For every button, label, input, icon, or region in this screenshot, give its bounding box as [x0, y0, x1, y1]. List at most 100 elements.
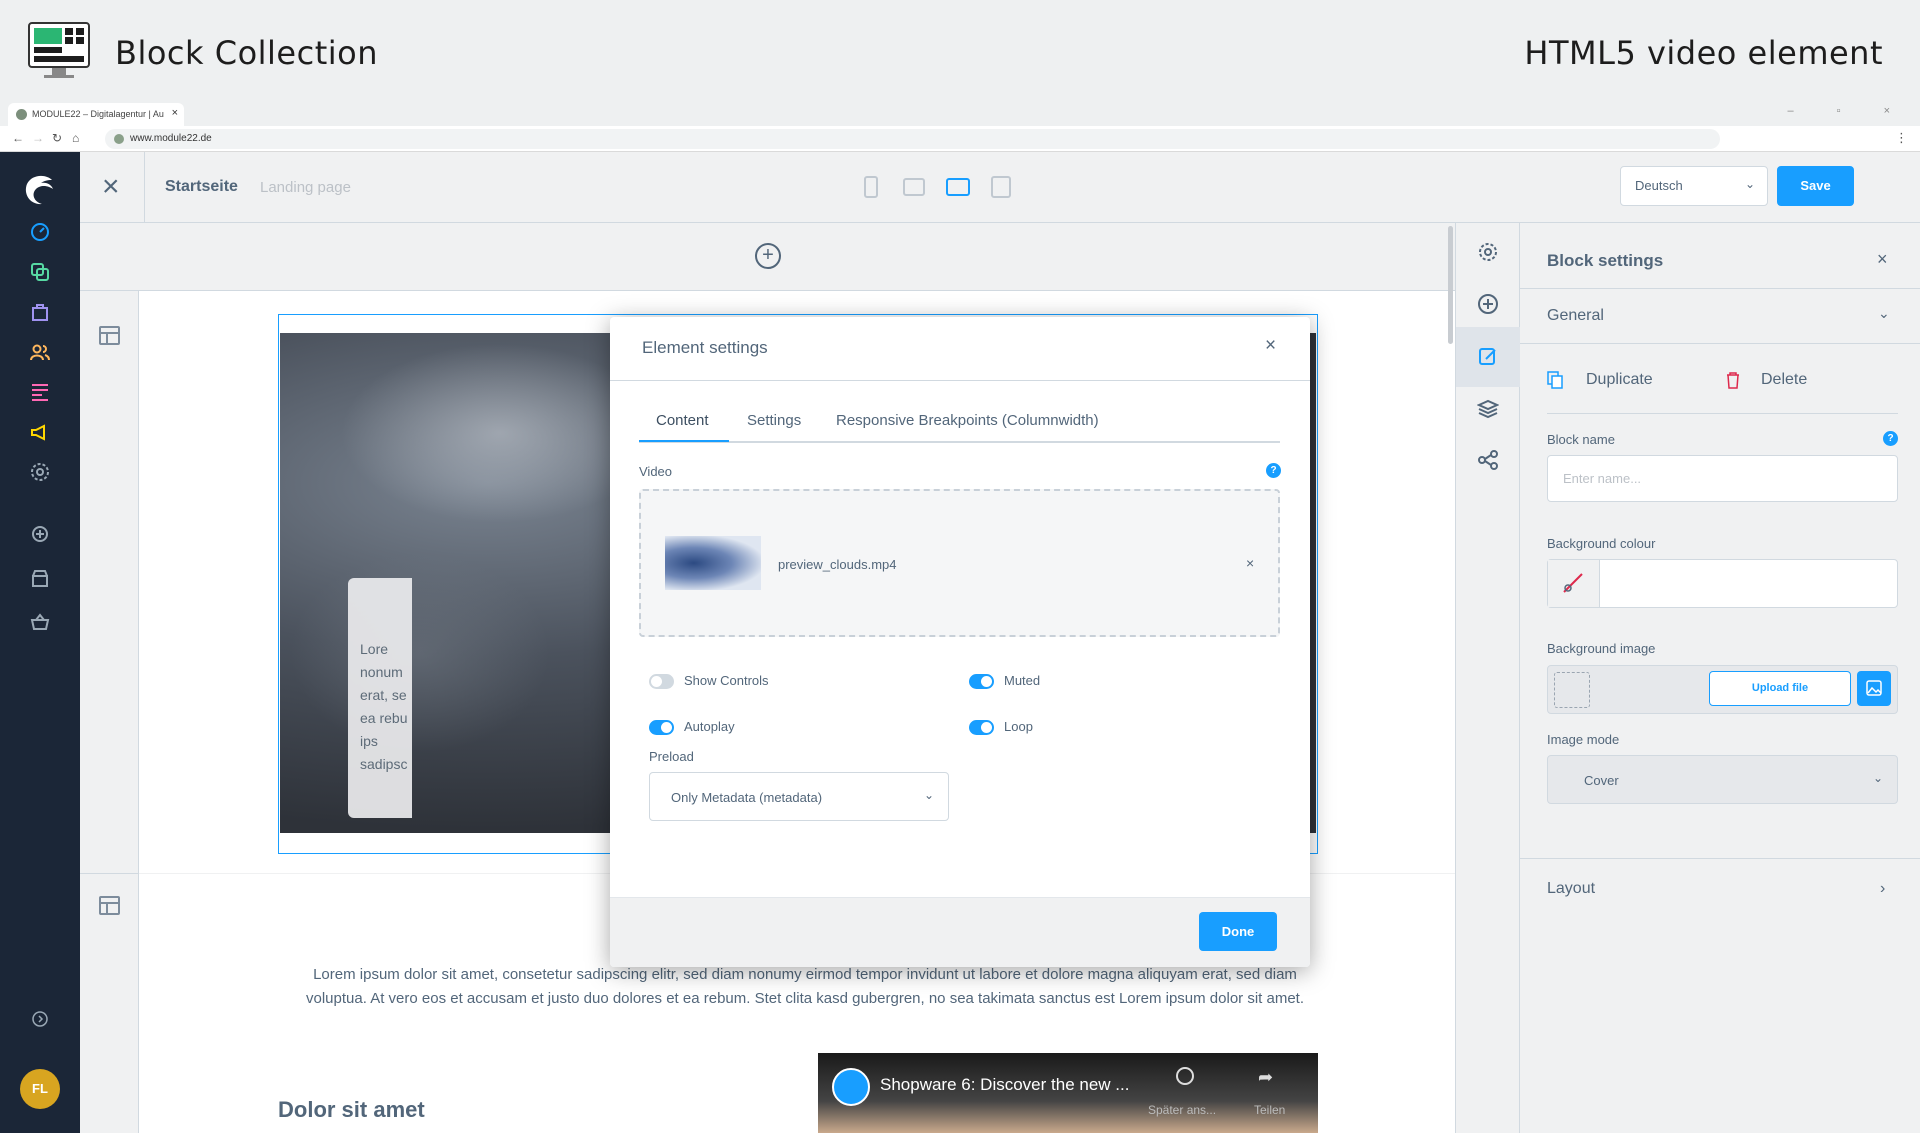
- desktop-icon[interactable]: [946, 178, 970, 196]
- close-panel-icon[interactable]: ×: [1877, 249, 1888, 270]
- browser-menu-icon[interactable]: ⋮: [1895, 130, 1908, 146]
- settings-icon[interactable]: [28, 460, 52, 484]
- forward-icon[interactable]: →: [32, 131, 44, 145]
- browser-addressbar: ← → ↻ ⌂ www.module22.de ⋮: [0, 126, 1920, 152]
- watch-later-icon[interactable]: [1176, 1067, 1194, 1085]
- show-controls-label: Show Controls: [684, 673, 769, 688]
- overlay-line: Lore: [360, 641, 389, 657]
- watch-later-label: Später ans...: [1148, 1103, 1217, 1117]
- block-settings-panel: Block settings × General ⌄ Duplicate Del…: [1520, 223, 1920, 1133]
- form-view-icon[interactable]: [991, 176, 1011, 198]
- help-icon[interactable]: [28, 1007, 52, 1031]
- preload-label: Preload: [649, 749, 694, 764]
- share-icon[interactable]: ➦: [1258, 1067, 1273, 1088]
- chevron-right-icon[interactable]: ›: [1880, 880, 1885, 898]
- add-icon[interactable]: [28, 522, 52, 546]
- show-controls-toggle[interactable]: [649, 674, 674, 689]
- text-overlay-card[interactable]: Lore nonum erat, se ea rebu ips sadipsc: [348, 578, 412, 818]
- image-mode-select[interactable]: Cover ⌄: [1547, 755, 1898, 804]
- dashboard-icon[interactable]: [28, 220, 52, 244]
- modal-title: Element settings: [642, 338, 768, 357]
- video-upload-area[interactable]: preview_clouds.mp4 ×: [639, 489, 1280, 637]
- modal-tabs: Content Settings Responsive Breakpoints …: [639, 405, 1280, 443]
- add-blocks-tool[interactable]: [1456, 275, 1521, 335]
- shopware-logo-icon[interactable]: [22, 172, 58, 208]
- marketing-icon[interactable]: [28, 420, 52, 444]
- customers-icon[interactable]: [28, 340, 52, 364]
- close-icon[interactable]: ×: [1265, 335, 1276, 357]
- divider: [1520, 343, 1920, 344]
- duplicate-icon[interactable]: [1547, 371, 1563, 389]
- store-icon[interactable]: [28, 566, 52, 590]
- tab-close-icon[interactable]: ×: [172, 107, 178, 119]
- reload-icon[interactable]: ↻: [52, 131, 62, 145]
- loop-toggle[interactable]: [969, 720, 994, 735]
- section-settings-icon[interactable]: [99, 896, 120, 915]
- save-button[interactable]: Save: [1777, 166, 1854, 206]
- orders-icon[interactable]: [28, 300, 52, 324]
- page-settings-tool[interactable]: [1456, 223, 1521, 283]
- divider: [1547, 413, 1898, 414]
- plus-circle-icon: [1478, 294, 1498, 314]
- window-controls[interactable]: – ▫ ×: [1787, 105, 1910, 117]
- autoplay-toggle[interactable]: [649, 720, 674, 735]
- text-block[interactable]: Lorem ipsum dolor sit amet, consetetur s…: [285, 963, 1325, 1011]
- block-name-input[interactable]: Enter name...: [1547, 455, 1898, 502]
- duplicate-button[interactable]: Duplicate: [1586, 371, 1653, 389]
- url-input[interactable]: www.module22.de: [105, 129, 1720, 149]
- tab-content[interactable]: Content: [656, 412, 709, 429]
- layout-section-toggle[interactable]: Layout: [1547, 880, 1595, 898]
- upload-file-button[interactable]: Upload file: [1709, 671, 1851, 706]
- mobile-icon[interactable]: [864, 176, 878, 198]
- done-button[interactable]: Done: [1199, 912, 1277, 951]
- close-editor-icon[interactable]: ×: [102, 172, 120, 202]
- share-tool[interactable]: [1456, 431, 1521, 491]
- chevron-down-icon[interactable]: ⌄: [1878, 305, 1890, 322]
- muted-toggle[interactable]: [969, 674, 994, 689]
- basket-icon[interactable]: [28, 610, 52, 634]
- layers-tool[interactable]: [1456, 379, 1521, 439]
- share-label: Teilen: [1254, 1103, 1286, 1117]
- section-heading[interactable]: Dolor sit amet: [278, 1097, 425, 1123]
- home-icon[interactable]: ⌂: [72, 131, 79, 145]
- active-tab-indicator: [639, 440, 729, 442]
- block-settings-tool[interactable]: [1456, 327, 1521, 387]
- image-mode-value: Cover: [1584, 773, 1619, 788]
- favicon-icon: [16, 109, 27, 120]
- toolbar-divider: [144, 152, 145, 223]
- delete-button[interactable]: Delete: [1761, 371, 1807, 389]
- block-settings-title: Block settings: [1547, 251, 1664, 270]
- tablet-icon[interactable]: [903, 178, 925, 196]
- video-label: Video: [639, 464, 673, 479]
- help-icon[interactable]: ?: [1266, 463, 1281, 478]
- preload-select[interactable]: Only Metadata (metadata) ⌄: [649, 772, 949, 821]
- bg-image-label: Background image: [1547, 641, 1656, 656]
- tab-settings[interactable]: Settings: [747, 412, 801, 429]
- canvas-scrollbar[interactable]: [1448, 226, 1453, 344]
- content-icon[interactable]: [28, 380, 52, 404]
- chevron-down-icon: ⌄: [1872, 771, 1883, 785]
- remove-video-icon[interactable]: ×: [1246, 555, 1254, 571]
- overlay-line: ips: [360, 733, 378, 749]
- url-text: www.module22.de: [130, 133, 212, 144]
- overlay-line: sadipsc: [360, 756, 408, 772]
- section-sidebar: [80, 291, 139, 873]
- user-avatar[interactable]: FL: [20, 1069, 60, 1109]
- tab-responsive-breakpoints[interactable]: Responsive Breakpoints (Columnwidth): [836, 412, 1099, 429]
- divider: [1520, 288, 1920, 289]
- catalog-icon[interactable]: [28, 260, 52, 284]
- help-icon[interactable]: ?: [1883, 431, 1898, 446]
- youtube-embed[interactable]: Shopware 6: Discover the new ... Später …: [818, 1053, 1318, 1133]
- media-library-button[interactable]: [1857, 671, 1891, 706]
- language-value: Deutsch: [1635, 178, 1683, 193]
- back-icon[interactable]: ←: [12, 131, 24, 145]
- bg-colour-field[interactable]: [1547, 559, 1898, 608]
- section-settings-icon[interactable]: [99, 326, 120, 345]
- general-section-toggle[interactable]: General: [1547, 307, 1604, 325]
- browser-tab[interactable]: MODULE22 – Digitalagentur | Au ×: [8, 103, 184, 126]
- language-select[interactable]: Deutsch ⌄: [1620, 166, 1768, 206]
- colour-swatch[interactable]: [1548, 560, 1600, 607]
- trash-icon[interactable]: [1726, 371, 1740, 389]
- edit-icon: [1479, 348, 1496, 365]
- add-section-icon[interactable]: +: [755, 243, 781, 269]
